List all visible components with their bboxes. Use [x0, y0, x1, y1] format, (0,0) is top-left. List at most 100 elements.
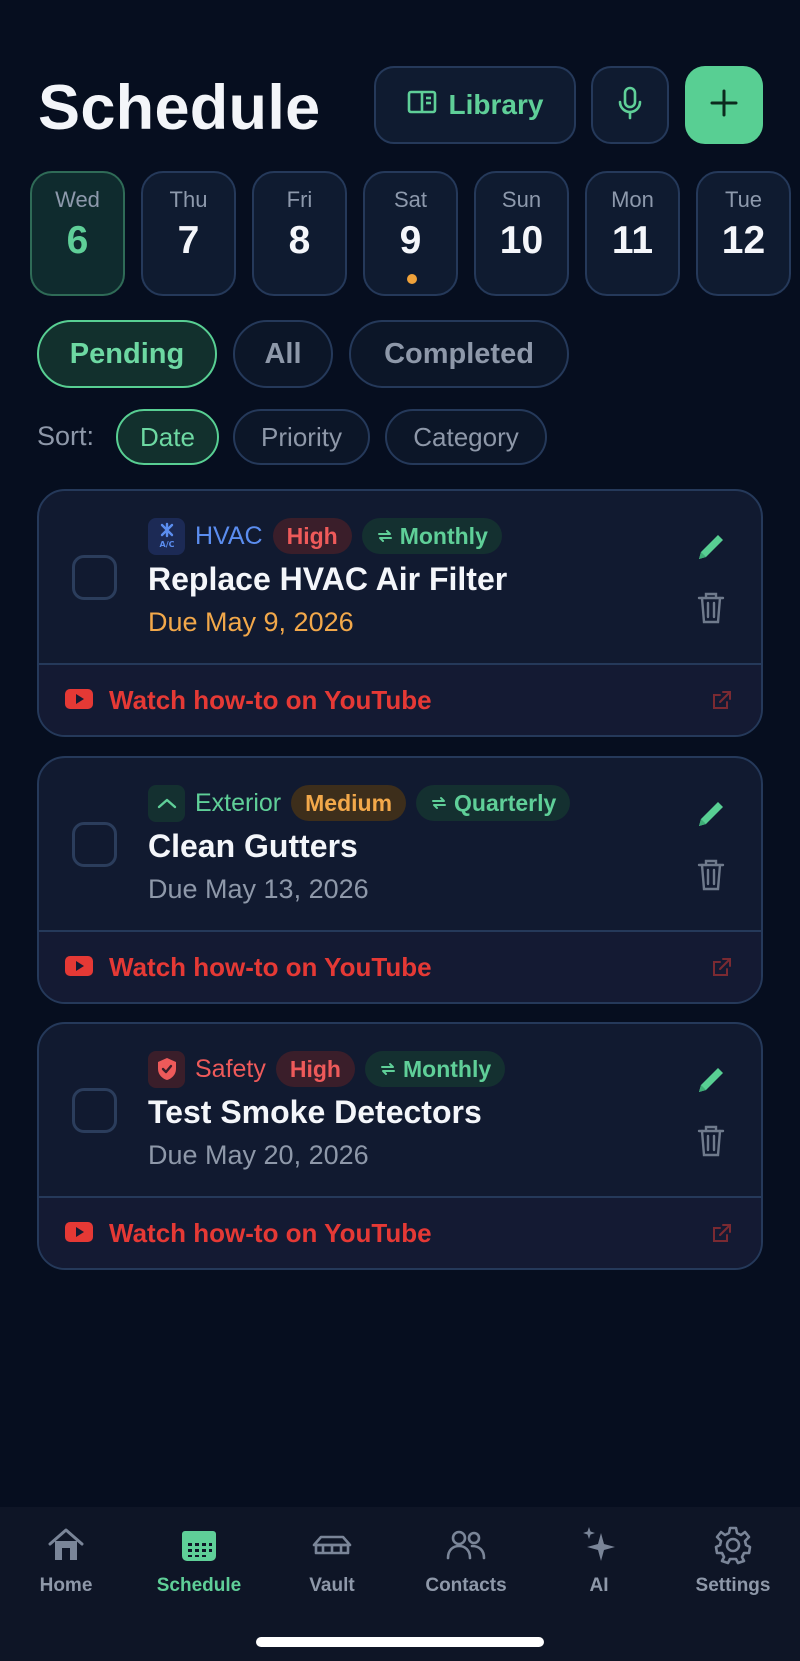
day-number: 7	[177, 219, 200, 262]
external-link-icon	[711, 689, 733, 711]
tab-vault[interactable]: Vault	[272, 1521, 392, 1601]
task-checkbox[interactable]	[72, 555, 117, 600]
trash-icon[interactable]	[695, 1124, 727, 1158]
priority-badge: High	[272, 518, 352, 554]
library-button[interactable]: Library	[374, 66, 576, 144]
day-name: Tue	[724, 187, 763, 212]
tab-label: Settings	[695, 1575, 771, 1596]
youtube-icon	[65, 1222, 93, 1242]
tab-contacts[interactable]: Contacts	[406, 1521, 526, 1601]
task-card-body: Exterior Medium Quarterly Clean Gutters Due …	[39, 758, 761, 930]
day-name: Sun	[501, 187, 542, 212]
day-number: 8	[288, 219, 311, 262]
external-link-icon	[711, 1222, 733, 1244]
edit-icon[interactable]	[693, 529, 729, 565]
day-fri[interactable]: Fri 8	[252, 171, 347, 296]
recurrence-badge: Monthly	[364, 1051, 506, 1087]
task-card: Safety High Monthly Test Smoke Detectors Due…	[37, 1022, 763, 1270]
day-name: Sat	[393, 187, 428, 212]
task-checkbox[interactable]	[72, 822, 117, 867]
youtube-icon	[65, 956, 93, 976]
day-number: 11	[611, 219, 654, 262]
tab-label: Vault	[309, 1575, 355, 1596]
day-number: 10	[499, 219, 544, 262]
trash-icon[interactable]	[695, 858, 727, 892]
youtube-link[interactable]: Watch how-to on YouTube	[39, 1196, 761, 1268]
trash-icon[interactable]	[695, 591, 727, 625]
sort-priority[interactable]: Priority	[233, 409, 370, 465]
category-label: HVAC	[195, 521, 263, 550]
sort-date[interactable]: Date	[116, 409, 219, 465]
day-sat[interactable]: Sat 9	[363, 171, 458, 296]
tab-settings[interactable]: Settings	[673, 1521, 793, 1601]
day-sun[interactable]: Sun 10	[474, 171, 569, 296]
youtube-link[interactable]: Watch how-to on YouTube	[39, 663, 761, 735]
svg-text:A/C: A/C	[159, 540, 174, 549]
day-number: 12	[721, 219, 766, 262]
sparkle-icon	[539, 1521, 659, 1569]
sort-row: Sort: Date Priority Category	[37, 409, 737, 465]
youtube-link[interactable]: Watch how-to on YouTube	[39, 930, 761, 1002]
edit-icon[interactable]	[693, 1062, 729, 1098]
tab-label: Contacts	[425, 1575, 507, 1596]
recurrence-label: Quarterly	[454, 789, 557, 816]
category-tag: Exterior	[148, 784, 282, 822]
youtube-link-label: Watch how-to on YouTube	[109, 685, 432, 715]
shield-icon	[148, 1050, 185, 1088]
task-card: Exterior Medium Quarterly Clean Gutters Due …	[37, 756, 763, 1004]
filter-completed[interactable]: Completed	[349, 320, 569, 388]
day-name: Fri	[286, 187, 313, 212]
filter-all[interactable]: All	[233, 320, 333, 388]
category-tag: A/C HVAC	[148, 517, 263, 555]
day-tue[interactable]: Tue 12	[696, 171, 791, 296]
edit-icon[interactable]	[693, 796, 729, 832]
tab-home[interactable]: Home	[6, 1521, 126, 1601]
microphone-icon	[617, 86, 643, 125]
library-label: Library	[448, 89, 544, 120]
task-due-date: Due May 20, 2026	[148, 1140, 369, 1170]
vault-icon	[272, 1521, 392, 1569]
tab-schedule[interactable]: Schedule	[139, 1521, 259, 1601]
book-open-icon	[407, 89, 437, 121]
priority-badge: High	[275, 1051, 355, 1087]
task-tags: Safety High Monthly	[148, 1050, 506, 1088]
day-mon[interactable]: Mon 11	[585, 171, 680, 296]
repeat-icon	[379, 1060, 397, 1078]
roof-icon	[148, 784, 185, 822]
task-indicator-dot	[407, 274, 417, 284]
sort-category[interactable]: Category	[385, 409, 547, 465]
tab-label: Schedule	[156, 1575, 242, 1596]
tab-label: Home	[39, 1575, 93, 1596]
task-title: Test Smoke Detectors	[148, 1094, 482, 1130]
recurrence-label: Monthly	[402, 1055, 492, 1082]
day-wed[interactable]: Wed 6	[30, 171, 125, 296]
youtube-icon	[65, 689, 93, 709]
task-card-body: A/C HVAC High Monthly Replace HVAC Air Filte…	[39, 491, 761, 663]
repeat-icon	[376, 527, 394, 545]
recurrence-label: Monthly	[399, 522, 488, 549]
tab-label: AI	[589, 1575, 609, 1596]
voice-input-button[interactable]	[591, 66, 669, 144]
day-name: Mon	[611, 187, 654, 212]
task-checkbox[interactable]	[72, 1088, 117, 1133]
day-number: 9	[399, 219, 422, 262]
filter-pending[interactable]: Pending	[37, 320, 217, 388]
add-task-button[interactable]	[685, 66, 763, 144]
category-label: Safety	[195, 1054, 266, 1083]
task-card: A/C HVAC High Monthly Replace HVAC Air Filte…	[37, 489, 763, 737]
youtube-link-label: Watch how-to on YouTube	[109, 1218, 432, 1248]
day-name: Wed	[55, 187, 100, 212]
tab-ai[interactable]: AI	[539, 1521, 659, 1601]
home-icon	[6, 1521, 126, 1569]
day-name: Thu	[169, 187, 208, 212]
task-card-body: Safety High Monthly Test Smoke Detectors Due…	[39, 1024, 761, 1196]
external-link-icon	[711, 956, 733, 978]
category-label: Exterior	[195, 788, 282, 817]
page-title: Schedule	[38, 73, 321, 143]
task-due-date: Due May 9, 2026	[148, 607, 354, 637]
day-thu[interactable]: Thu 7	[141, 171, 236, 296]
category-tag: Safety	[148, 1050, 266, 1088]
task-due-date: Due May 13, 2026	[148, 874, 369, 904]
plus-icon	[709, 88, 739, 123]
task-title: Clean Gutters	[148, 828, 358, 864]
